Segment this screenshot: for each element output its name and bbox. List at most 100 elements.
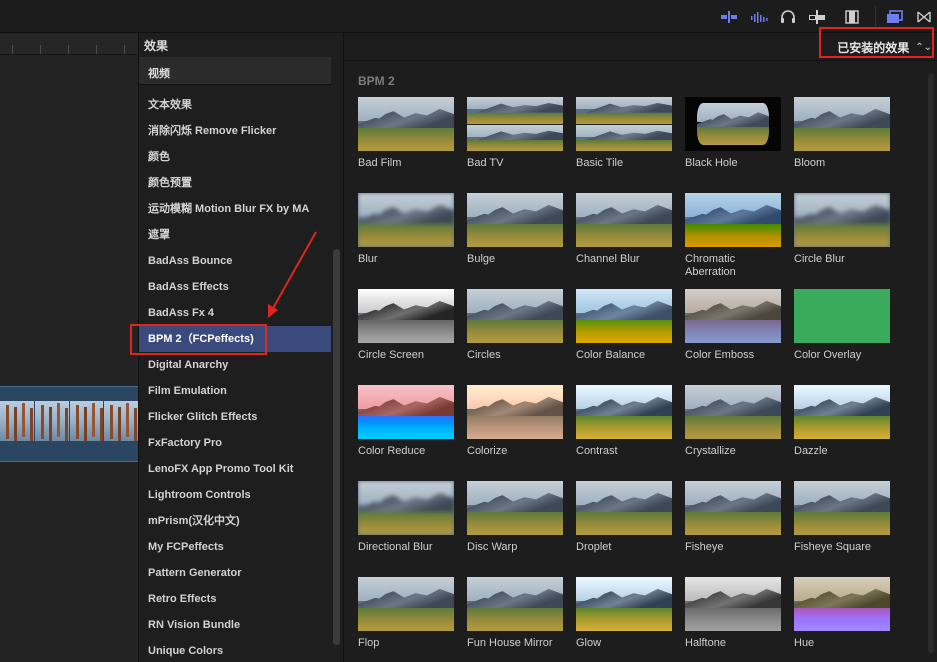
clip-frame [104, 401, 138, 441]
effect-thumbnail [358, 289, 454, 343]
category-item[interactable]: Unique Colors [139, 638, 331, 662]
category-item[interactable]: mPrism(汉化中文) [139, 508, 331, 534]
category-item[interactable]: LenoFX App Promo Tool Kit [139, 456, 331, 482]
browser-toggle-icon[interactable] [886, 9, 904, 25]
category-item[interactable]: 颜色预置 [139, 170, 331, 196]
effect-thumbnail [358, 385, 454, 439]
effect-thumbnail [794, 577, 890, 631]
effect-tile[interactable]: Directional Blur [358, 481, 454, 554]
effect-tile[interactable]: Circle Screen [358, 289, 454, 362]
effect-tile[interactable]: Fun House Mirror [467, 577, 563, 650]
effect-thumbnail [358, 577, 454, 631]
effect-tile[interactable]: Basic Tile [576, 97, 672, 170]
effect-tile[interactable]: Hue [794, 577, 890, 650]
snapping-icon[interactable] [808, 9, 826, 25]
category-item[interactable]: FxFactory Pro [139, 430, 331, 456]
effect-label: Glow [576, 637, 602, 649]
effect-thumbnail [794, 193, 890, 247]
effect-thumbnail [685, 193, 781, 247]
effect-thumbnail [685, 577, 781, 631]
effect-label: Bloom [794, 157, 826, 169]
effect-tile[interactable]: Bad Film [358, 97, 454, 170]
effect-thumbnail [685, 97, 781, 151]
category-item[interactable]: Lightroom Controls [139, 482, 331, 508]
effect-tile[interactable]: Halftone [685, 577, 781, 650]
category-item[interactable]: 文本效果 [139, 92, 331, 118]
effect-label: Directional Blur [358, 541, 433, 553]
close-panels-icon[interactable] [915, 9, 933, 25]
audio-waveform-icon[interactable] [750, 9, 768, 25]
category-item[interactable]: My FCPeffects [139, 534, 331, 560]
effect-thumbnail [467, 97, 563, 151]
effect-label: Circle Blur [794, 253, 845, 265]
effect-label: Dazzle [794, 445, 828, 457]
effect-tile[interactable]: Black Hole [685, 97, 781, 170]
effect-label: Halftone [685, 637, 726, 649]
effect-tile[interactable]: Fisheye Square [794, 481, 890, 554]
effect-tile[interactable]: Blur [358, 193, 454, 266]
effect-thumbnail [576, 385, 672, 439]
category-item[interactable]: Film Emulation [139, 378, 331, 404]
effect-tile[interactable]: Bloom [794, 97, 890, 170]
effect-tile[interactable]: Color Overlay [794, 289, 890, 362]
timeline-ruler[interactable] [0, 33, 138, 55]
category-scrollbar[interactable] [333, 249, 340, 645]
effect-tile[interactable]: Channel Blur [576, 193, 672, 266]
category-header-video[interactable]: 视频 [139, 57, 331, 85]
category-item[interactable]: 消除闪烁 Remove Flicker [139, 118, 331, 144]
effect-tile[interactable]: Color Emboss [685, 289, 781, 362]
category-item[interactable]: 运动模糊 Motion Blur FX by MA [139, 196, 331, 222]
effect-label: Disc Warp [467, 541, 518, 553]
effect-tile[interactable]: Flop [358, 577, 454, 650]
effect-thumbnail [576, 97, 672, 151]
effect-thumbnail [467, 481, 563, 535]
effect-tile[interactable]: Glow [576, 577, 672, 650]
effect-tile[interactable]: Color Reduce [358, 385, 454, 458]
effect-tile[interactable]: Bulge [467, 193, 563, 266]
film-strip-icon[interactable] [843, 9, 861, 25]
effect-tile[interactable]: Contrast [576, 385, 672, 458]
effect-label: Flop [358, 637, 380, 649]
top-toolbar [0, 0, 937, 33]
category-item[interactable]: Pattern Generator [139, 560, 331, 586]
category-item[interactable]: Retro Effects [139, 586, 331, 612]
effect-label: Black Hole [685, 157, 738, 169]
effect-thumbnail [358, 97, 454, 151]
annotation-highlight-filter [819, 27, 934, 58]
effect-label: Fisheye [685, 541, 724, 553]
category-item[interactable]: Flicker Glitch Effects [139, 404, 331, 430]
effect-tile[interactable]: Circles [467, 289, 563, 362]
effect-tile[interactable]: Crystallize [685, 385, 781, 458]
clip-frame [34, 401, 69, 441]
effect-tile[interactable]: Chromatic Aberration [685, 193, 781, 279]
effects-panel-title: 效果 [144, 39, 169, 53]
effect-tile[interactable]: Disc Warp [467, 481, 563, 554]
effects-group-title: BPM 2 [358, 74, 395, 88]
effect-tile[interactable]: Colorize [467, 385, 563, 458]
clip-frame [69, 401, 104, 441]
effect-label: Crystallize [685, 445, 736, 457]
timeline-area[interactable] [0, 33, 138, 662]
effect-tile[interactable]: Bad TV [467, 97, 563, 170]
effect-label: Circles [467, 349, 501, 361]
headphones-icon[interactable] [779, 9, 797, 25]
audio-skimming-icon[interactable] [720, 9, 738, 25]
timeline-clip[interactable] [0, 386, 138, 462]
effect-thumbnail [467, 289, 563, 343]
category-item[interactable]: 颜色 [139, 144, 331, 170]
effect-tile[interactable]: Dazzle [794, 385, 890, 458]
annotation-highlight-selected-category [130, 324, 267, 355]
effect-tile[interactable]: Fisheye [685, 481, 781, 554]
effect-label: Contrast [576, 445, 618, 457]
effect-label: Color Reduce [358, 445, 426, 457]
effect-tile[interactable]: Color Balance [576, 289, 672, 362]
effect-label: Color Balance [576, 349, 646, 361]
browser-scrollbar[interactable] [928, 73, 934, 653]
effect-thumbnail [794, 289, 890, 343]
effect-thumbnail [685, 385, 781, 439]
effect-tile[interactable]: Circle Blur [794, 193, 890, 266]
category-item[interactable]: Digital Anarchy [139, 352, 331, 378]
effect-tile[interactable]: Droplet [576, 481, 672, 554]
category-item[interactable]: RN Vision Bundle [139, 612, 331, 638]
effect-thumbnail [576, 193, 672, 247]
